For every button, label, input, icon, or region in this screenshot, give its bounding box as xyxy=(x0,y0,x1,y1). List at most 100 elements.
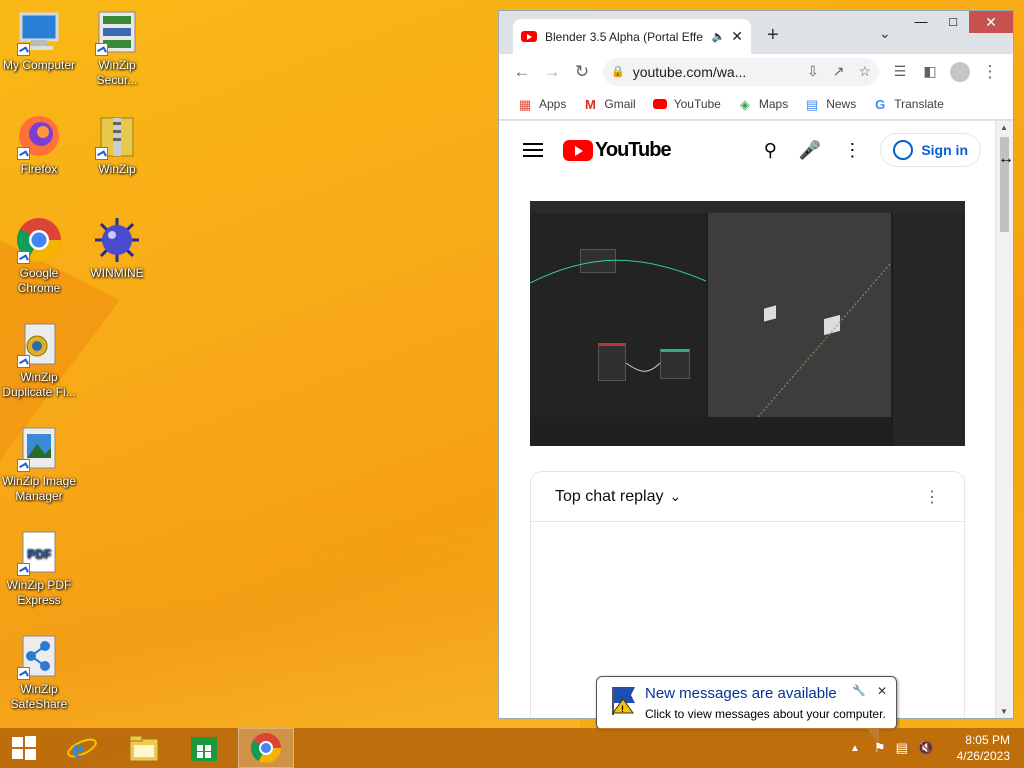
chevron-down-icon[interactable]: ⌄ xyxy=(670,488,682,505)
taskbar: e ▲ ⚑ ▤ 🔇 8:05 PM 4/26/2023 xyxy=(0,728,1024,768)
notification-balloon[interactable]: ! New messages are available Click to vi… xyxy=(596,676,897,743)
url-text: youtube.com/wa... xyxy=(632,63,747,80)
taskbar-internet-explorer[interactable]: e xyxy=(54,728,110,768)
share-icon xyxy=(15,632,63,680)
bookmark-apps[interactable]: ▦ Apps xyxy=(517,97,567,112)
chrome-window: Blender 3.5 Alpha (Portal Effe 🔈 ✕ + ⌄ —… xyxy=(498,10,1014,719)
media-controls-icon[interactable]: ☰ xyxy=(885,63,915,80)
computer-icon xyxy=(15,8,63,56)
page-scrollbar[interactable]: ▲ ▼ xyxy=(996,121,1013,718)
clock-date: 4/26/2023 xyxy=(956,749,1010,763)
action-center-flag-icon[interactable]: ⚑ xyxy=(874,740,886,756)
new-tab-button[interactable]: + xyxy=(767,24,779,47)
address-bar[interactable]: 🔒 youtube.com/wa... ⇩ ↗ ☆ xyxy=(603,57,879,86)
taskbar-chrome[interactable] xyxy=(238,728,294,768)
network-icon[interactable]: ▤ xyxy=(896,740,908,756)
browser-toolbar: ← → ↻ 🔒 youtube.com/wa... ⇩ ↗ ☆ ☰ ◧ ⋮ xyxy=(499,54,1013,89)
notification-title: New messages are available xyxy=(645,685,837,702)
window-controls: — □ ✕ xyxy=(905,11,1013,33)
taskbar-clock[interactable]: 8:05 PM 4/26/2023 xyxy=(957,732,1010,764)
tab-bar: Blender 3.5 Alpha (Portal Effe 🔈 ✕ + ⌄ —… xyxy=(499,11,1013,54)
chrome-icon xyxy=(15,216,63,264)
volume-muted-icon[interactable]: 🔇 xyxy=(918,740,934,756)
desktop-icon-firefox[interactable]: Firefox xyxy=(0,112,78,177)
bookmark-maps[interactable]: ◈ Maps xyxy=(737,97,788,112)
video-player[interactable] xyxy=(530,201,965,446)
bookmark-label: Translate xyxy=(894,97,944,111)
internet-explorer-icon: e xyxy=(67,734,97,763)
chat-replay-dropdown[interactable]: Top chat replay xyxy=(555,488,664,506)
wallpaper-shape xyxy=(0,520,580,730)
taskbar-store[interactable] xyxy=(176,728,232,768)
reload-icon[interactable]: ↻ xyxy=(567,62,597,82)
bookmark-label: Apps xyxy=(539,97,567,111)
desktop-icon-winzip-duplicate[interactable]: WinZip Duplicate Fi... xyxy=(0,320,78,400)
page-content: YouTube ⚲ 🎤 ⋮ Sign in Top chat replay ⌄ … xyxy=(499,121,995,718)
more-options-icon[interactable]: ⋮ xyxy=(843,140,861,161)
bookmark-label: YouTube xyxy=(673,97,721,111)
desktop-icon-winzip-image-manager[interactable]: WinZip Image Manager xyxy=(0,424,78,504)
bookmark-news[interactable]: ▤ News xyxy=(804,97,856,112)
browser-tab[interactable]: Blender 3.5 Alpha (Portal Effe 🔈 ✕ xyxy=(513,19,751,54)
minimize-button[interactable]: — xyxy=(905,11,937,33)
news-icon: ▤ xyxy=(806,97,819,112)
bookmark-translate[interactable]: G Translate xyxy=(872,97,944,112)
desktop-icon-winzip[interactable]: WinZip xyxy=(78,112,156,177)
svg-text:PDF: PDF xyxy=(27,547,51,561)
video-frame-topbar xyxy=(530,201,965,213)
chat-more-icon[interactable]: ⋮ xyxy=(924,487,940,507)
bookmark-gmail[interactable]: M Gmail xyxy=(582,97,636,112)
maps-icon: ◈ xyxy=(739,97,750,112)
desktop-icon-label: WinZip PDF Express xyxy=(6,578,72,607)
desktop-icon-winzip-safeshare[interactable]: WinZip SafeShare xyxy=(0,632,78,712)
desktop-icon-label: WinZip Image Manager xyxy=(1,474,77,503)
bookmark-youtube[interactable]: YouTube xyxy=(652,97,721,111)
desktop-icon-winzip-secure[interactable]: WinZip Secur... xyxy=(78,8,156,88)
desktop-icon-winzip-pdf-express[interactable]: PDF WinZip PDF Express xyxy=(0,528,78,608)
video-axis-line xyxy=(757,262,891,417)
bookmark-star-icon[interactable]: ☆ xyxy=(858,63,871,80)
hamburger-menu-icon[interactable] xyxy=(523,143,543,157)
desktop-icon-my-computer[interactable]: My Computer xyxy=(0,8,78,73)
install-icon[interactable]: ⇩ xyxy=(807,63,819,80)
maximize-button[interactable]: □ xyxy=(937,11,969,33)
winzip-duplicate-icon xyxy=(15,320,63,368)
microphone-icon[interactable]: 🎤 xyxy=(799,140,821,161)
mine-icon xyxy=(93,216,141,264)
youtube-logo[interactable]: YouTube xyxy=(563,139,672,162)
sign-in-button[interactable]: Sign in xyxy=(880,133,981,167)
share-icon[interactable]: ↗ xyxy=(833,63,845,80)
desktop-icon-google-chrome[interactable]: Google Chrome xyxy=(0,216,78,296)
back-icon[interactable]: ← xyxy=(507,62,537,82)
notification-close-icon[interactable]: ✕ xyxy=(877,684,887,698)
menu-kebab-icon[interactable]: ⋮ xyxy=(975,62,1005,82)
start-button[interactable] xyxy=(0,728,48,768)
lock-icon[interactable]: 🔒 xyxy=(611,65,625,78)
desktop-icon-label: My Computer xyxy=(2,58,76,72)
speaker-icon[interactable]: 🔈 xyxy=(712,30,726,43)
scroll-down-arrow-icon[interactable]: ▼ xyxy=(1000,707,1008,716)
search-icon[interactable]: ⚲ xyxy=(764,140,777,161)
scroll-up-arrow-icon[interactable]: ▲ xyxy=(1000,123,1008,132)
show-hidden-icons-chevron-icon[interactable]: ▲ xyxy=(850,743,860,754)
side-panel-icon[interactable]: ◧ xyxy=(915,63,945,80)
desktop-icon-label: WinZip Secur... xyxy=(96,58,138,87)
video-frame-viewport xyxy=(708,213,891,417)
sign-in-label: Sign in xyxy=(921,142,968,158)
wrench-icon[interactable]: 🔧 xyxy=(852,684,866,697)
forward-icon[interactable]: → xyxy=(537,62,567,82)
close-window-button[interactable]: ✕ xyxy=(969,11,1013,33)
tab-search-chevron-icon[interactable]: ⌄ xyxy=(879,25,891,42)
pdf-icon: PDF xyxy=(15,528,63,576)
svg-text:e: e xyxy=(72,734,84,763)
tab-close-icon[interactable]: ✕ xyxy=(731,28,743,45)
video-node-link xyxy=(530,259,706,372)
desktop-icon-winmine[interactable]: WINMINE xyxy=(78,216,156,281)
desktop-icon-label: Firefox xyxy=(20,162,58,176)
profile-avatar-icon[interactable] xyxy=(945,61,975,82)
video-frame-node-editor xyxy=(530,213,706,417)
taskbar-file-explorer[interactable] xyxy=(116,728,172,768)
clock-time: 8:05 PM xyxy=(965,733,1010,747)
account-icon xyxy=(893,140,914,160)
translate-icon: G xyxy=(875,97,886,112)
